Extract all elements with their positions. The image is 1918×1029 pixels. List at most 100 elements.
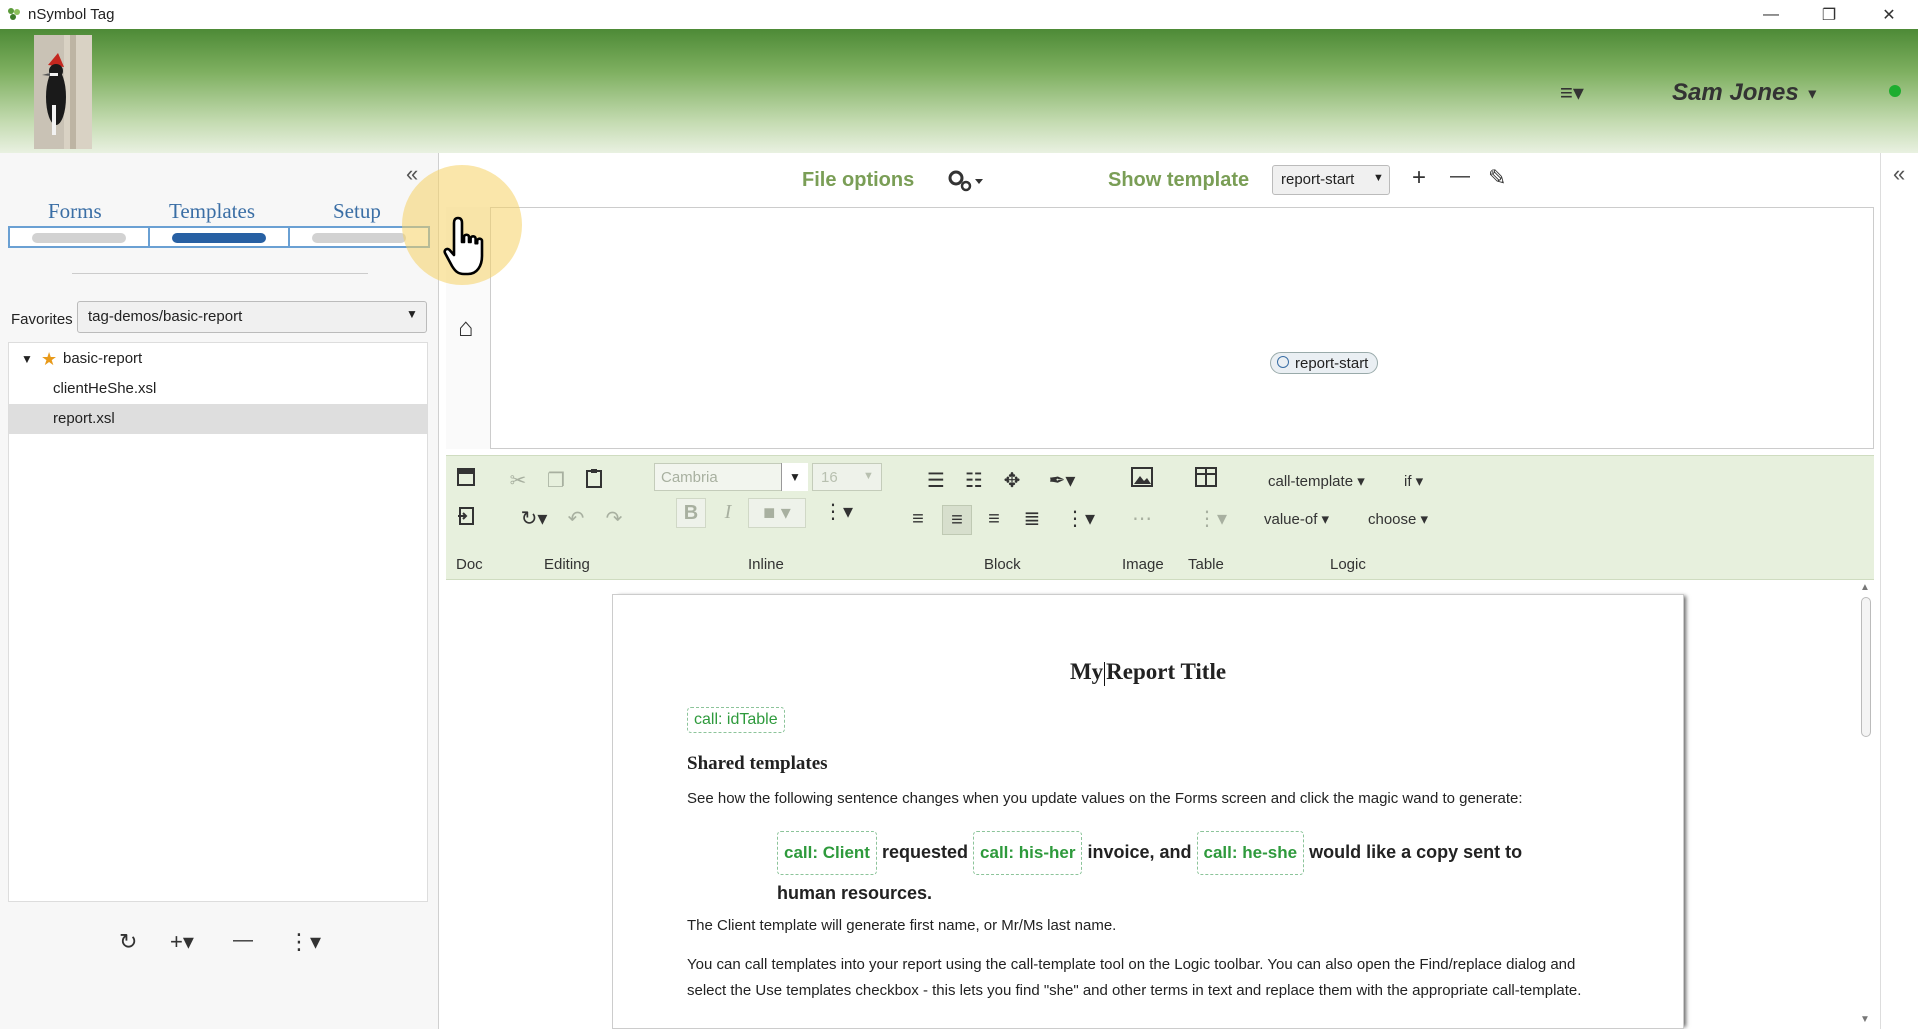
table-icon[interactable] (1192, 467, 1220, 495)
align-left-icon[interactable]: ≡ (904, 505, 932, 533)
call-his-her-chip[interactable]: call: his-her (973, 831, 1083, 875)
remove-template-icon[interactable]: — (1450, 165, 1470, 188)
font-name-select[interactable]: Cambria ▼ (654, 463, 808, 491)
choose-label: choose (1368, 511, 1417, 528)
user-menu[interactable]: Sam Jones ▼ (1672, 79, 1819, 107)
user-caret-icon: ▼ (1805, 85, 1820, 102)
call-client-chip[interactable]: call: Client (777, 831, 877, 875)
redo-icon[interactable]: ↷ (600, 505, 628, 533)
chevron-down-icon: ▼ (863, 470, 874, 482)
value-of-dropdown[interactable]: value-of ▾ (1264, 510, 1329, 528)
choose-dropdown[interactable]: choose ▾ (1368, 510, 1428, 528)
diagram-node-label: report-start (1295, 355, 1369, 372)
file-options-label[interactable]: File options (802, 169, 914, 192)
align-right-icon[interactable]: ≡ (980, 505, 1008, 533)
call-he-she-chip[interactable]: call: he-she (1196, 831, 1305, 875)
find-replace-icon[interactable]: ↻▾ (514, 505, 554, 533)
tree-root-item[interactable]: ▼ ★ basic-report (9, 344, 427, 374)
diagram-node[interactable]: report-start (1270, 352, 1378, 374)
tab-templates[interactable]: Templates (169, 199, 255, 224)
block-more-icon[interactable]: ⋮▾ (1060, 505, 1100, 533)
template-select-value: report-start (1281, 171, 1355, 188)
expand-triangle-icon[interactable]: ▼ (21, 344, 33, 374)
document-icon[interactable] (452, 467, 480, 495)
remove-button[interactable]: — (233, 929, 253, 952)
gear-icon[interactable] (945, 167, 985, 195)
tree-item-report[interactable]: report.xsl (9, 404, 427, 434)
home-icon[interactable]: ⌂ (458, 312, 474, 343)
justify-icon[interactable]: ≣ (1018, 505, 1046, 533)
favorites-value: tag-demos/basic-report (88, 308, 243, 325)
inline-group-label: Inline (748, 556, 784, 573)
add-menu-button[interactable]: +▾ (170, 929, 194, 955)
export-icon[interactable] (452, 505, 480, 533)
hand-cursor-icon (443, 216, 484, 276)
table-more-icon[interactable]: ⋮▾ (1192, 505, 1232, 533)
close-button[interactable]: ✕ (1860, 0, 1918, 29)
sentence-word: human resources. (777, 883, 933, 903)
title-text-before: My (1069, 659, 1104, 684)
document-page[interactable]: My Report Title call: idTable Shared temp… (612, 594, 1684, 1029)
undo-icon[interactable]: ↶ (562, 505, 590, 533)
numbered-list-icon[interactable]: ☷ (960, 467, 988, 495)
paste-icon[interactable] (580, 467, 608, 495)
italic-button[interactable]: I (714, 498, 742, 526)
chevron-down-icon: ▼ (406, 307, 418, 321)
show-template-label: Show template (1108, 169, 1250, 191)
more-options-button[interactable]: ⋮▾ (288, 929, 321, 955)
scroll-down-icon[interactable]: ▼ (1860, 1014, 1870, 1025)
image-more-icon[interactable]: ⋯ (1128, 505, 1156, 533)
move-icon[interactable]: ✥ (998, 467, 1026, 495)
paragraph-1: See how the following sentence changes w… (687, 790, 1523, 807)
document-title[interactable]: My Report Title (613, 659, 1683, 686)
tab-forms[interactable]: Forms (48, 199, 102, 224)
editing-group-label: Editing (544, 556, 590, 573)
favorites-select[interactable]: tag-demos/basic-report ▼ (77, 301, 427, 333)
minimize-button[interactable]: — (1742, 0, 1800, 29)
user-name: Sam Jones (1672, 79, 1799, 106)
sentence-word: invoice, and (1087, 842, 1192, 862)
copy-icon[interactable]: ❐ (542, 467, 570, 495)
favorite-star-icon: ★ (41, 349, 58, 369)
call-template-dropdown[interactable]: call-template ▾ (1268, 472, 1365, 490)
highlight-icon[interactable]: ✒▾ (1042, 467, 1082, 495)
template-tree: ▼ ★ basic-report clientHeShe.xsl report.… (8, 342, 428, 902)
right-collapse-strip: « (1880, 153, 1918, 1029)
cut-icon[interactable]: ✂ (504, 467, 532, 495)
bullet-list-icon[interactable]: ☰ (922, 467, 950, 495)
template-select[interactable]: report-start ▼ (1272, 165, 1390, 195)
tab-forms-indicator[interactable] (8, 226, 150, 248)
font-size-value: 16 (821, 469, 838, 486)
align-center-icon[interactable]: ≡ (942, 505, 972, 535)
tree-item-clientheshe[interactable]: clientHeShe.xsl (9, 374, 427, 404)
tab-templates-indicator[interactable] (148, 226, 290, 248)
if-dropdown[interactable]: if ▾ (1404, 472, 1423, 490)
text-color-button[interactable]: ■ ▾ (748, 498, 806, 528)
font-name-value: Cambria (661, 469, 718, 486)
collapse-left-icon[interactable]: « (406, 161, 418, 187)
tree-item-label: basic-report (63, 350, 143, 367)
collapse-right-icon[interactable]: « (1893, 161, 1905, 187)
app-header (0, 29, 1918, 153)
font-size-select[interactable]: 16 ▼ (812, 463, 882, 491)
bold-button[interactable]: B (676, 498, 706, 528)
scrollbar-thumb[interactable] (1861, 597, 1871, 737)
pencil-icon[interactable]: ✎ (1488, 165, 1506, 191)
chevron-down-icon: ▼ (1373, 172, 1384, 184)
call-template-label: call-template (1268, 473, 1354, 490)
refresh-icon[interactable]: ↻ (119, 929, 137, 955)
paragraph-3-line-1: You can call templates into your report … (687, 956, 1576, 973)
image-icon[interactable] (1128, 467, 1156, 495)
restore-button[interactable]: ❐ (1800, 0, 1858, 29)
sentence-word: requested (881, 842, 969, 862)
add-template-icon[interactable]: + (1412, 164, 1426, 192)
hamburger-menu-icon[interactable]: ≡▾ (1560, 80, 1584, 106)
example-sentence: call: Client requested call: his-her inv… (777, 831, 1577, 911)
call-idtable-chip[interactable]: call: idTable (687, 707, 785, 733)
tree-item-label: clientHeShe.xsl (53, 380, 157, 397)
scroll-up-icon[interactable]: ▲ (1860, 582, 1870, 593)
circle-icon (1277, 356, 1289, 368)
tab-setup[interactable]: Setup (333, 199, 381, 224)
sentence-word: would like a copy sent to (1309, 842, 1523, 862)
inline-more-icon[interactable]: ⋮▾ (818, 498, 858, 526)
